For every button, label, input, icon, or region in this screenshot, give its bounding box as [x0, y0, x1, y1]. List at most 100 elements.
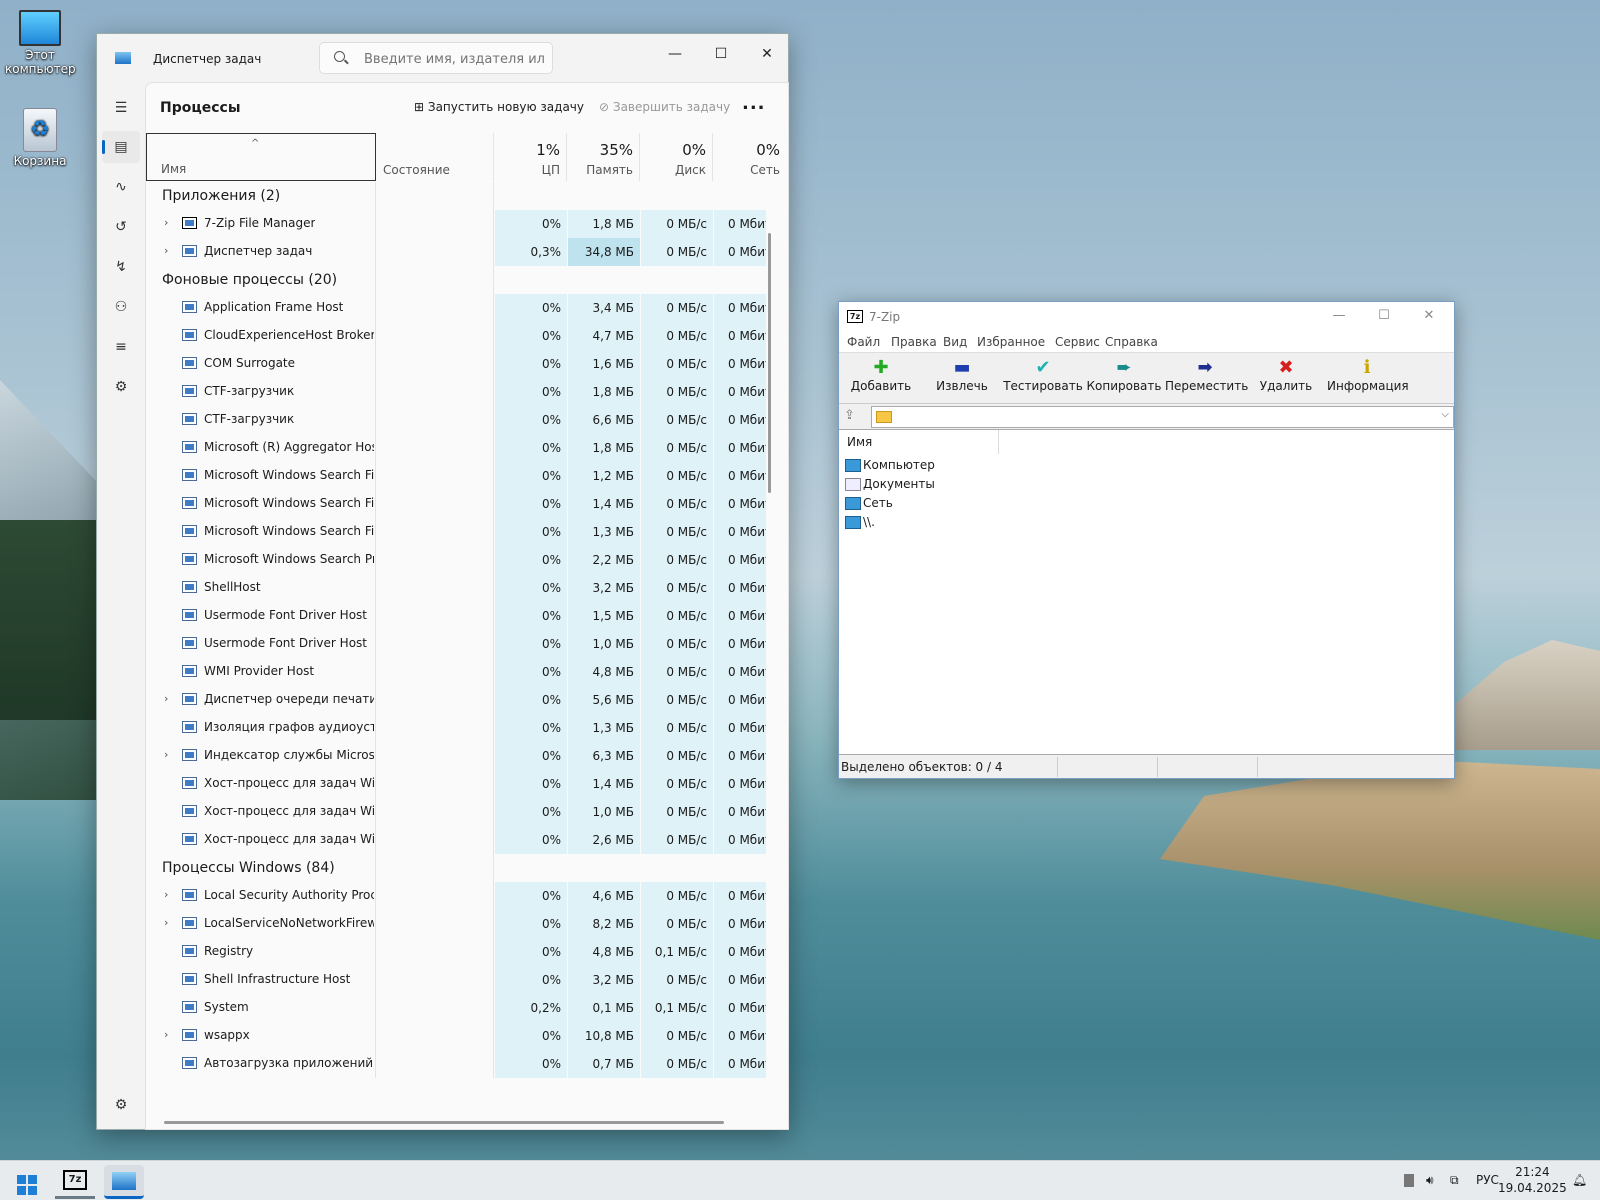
menu-item[interactable]: Вид — [943, 335, 967, 349]
cpu-value: 0% — [495, 210, 567, 238]
process-row[interactable]: ›LocalServiceNoNetworkFirewa...0%8,2 МБ0… — [146, 910, 776, 938]
column-header-name[interactable]: Имя — [839, 430, 999, 454]
services-tab-icon[interactable]: ⚙ — [102, 371, 140, 403]
language-indicator[interactable]: РУС — [1476, 1173, 1499, 1187]
process-row[interactable]: Хост-процесс для задач Win...0%1,4 МБ0 М… — [146, 770, 776, 798]
menu-item[interactable]: Файл — [847, 335, 880, 349]
hamburger-menu-icon[interactable]: ☰ — [102, 92, 140, 124]
expand-chevron-icon[interactable]: › — [164, 916, 168, 929]
expand-chevron-icon[interactable]: › — [164, 692, 168, 705]
column-header-network[interactable]: 0% Сеть — [714, 133, 788, 181]
minimize-button[interactable]: — — [1324, 308, 1354, 323]
processes-tab-icon[interactable]: ▤ — [102, 131, 140, 163]
column-header-state[interactable]: Состояние — [377, 133, 494, 181]
process-row[interactable]: Хост-процесс для задач Win...0%2,6 МБ0 М… — [146, 826, 776, 854]
expand-chevron-icon[interactable]: › — [164, 244, 168, 257]
taskbar-7zip-button[interactable]: 7z — [55, 1165, 95, 1199]
end-task-button[interactable]: ⊘ Завершить задачу — [599, 100, 730, 114]
maximize-button[interactable]: ☐ — [701, 40, 741, 68]
menu-item[interactable]: Избранное — [977, 335, 1045, 349]
process-row[interactable]: Изоляция графов аудиоустр... 0%1,3 МБ0 МБ… — [146, 714, 776, 742]
network-value: 0 Мбит/с — [714, 770, 766, 798]
process-row[interactable]: Автозагрузка приложений W... 0%0,7 МБ0 МБ… — [146, 1050, 776, 1078]
run-new-task-button[interactable]: ⊞ Запустить новую задачу — [414, 100, 584, 114]
network-icon[interactable]: ⧉ — [1450, 1173, 1459, 1188]
process-row[interactable]: Microsoft (R) Aggregator Host 0% 1,8 МБ 0 М… — [146, 434, 776, 462]
taskbar-task-manager-button[interactable] — [104, 1165, 144, 1199]
column-header-name[interactable]: ^ Имя — [146, 133, 376, 181]
column-header-disk[interactable]: 0% Диск — [641, 133, 713, 181]
list-item-label: Сеть — [863, 496, 893, 510]
process-row[interactable]: CTF-загрузчик 0%1,8 МБ0 МБ/с0 Мбит/с — [146, 378, 776, 406]
path-combobox[interactable]: ⌵ — [871, 406, 1454, 428]
volume-icon[interactable]: 🔊︎ — [1426, 1173, 1434, 1188]
toolbar-button[interactable]: ✚ Добавить — [841, 357, 921, 393]
process-row[interactable]: Application Frame Host 0% 3,4 МБ 0 МБ/с 0 Мб… — [146, 294, 776, 322]
performance-tab-icon[interactable]: ∿ — [102, 171, 140, 203]
cpu-value: 0% — [495, 882, 567, 910]
process-row[interactable]: Microsoft Windows Search Filt... 0%1,3 МБ… — [146, 518, 776, 546]
toolbar-button[interactable]: ➨ Копировать — [1084, 357, 1164, 393]
column-header-cpu[interactable]: 1% ЦП — [495, 133, 567, 181]
close-button[interactable]: ✕ — [1414, 308, 1444, 323]
clock[interactable]: 21:24 19.04.2025 — [1498, 1164, 1567, 1196]
menu-item[interactable]: Сервис — [1055, 335, 1100, 349]
search-input[interactable] — [364, 49, 544, 69]
horizontal-scrollbar[interactable] — [164, 1121, 724, 1124]
process-row[interactable]: Microsoft Windows Search Filt... 0%1,4 МБ… — [146, 490, 776, 518]
desktop-icon-this-pc[interactable]: Этот компьютер — [0, 10, 80, 76]
app-history-tab-icon[interactable]: ↺ — [102, 211, 140, 243]
process-row[interactable]: › Local Security Authority Proce... 0%4,6 … — [146, 882, 776, 910]
toolbar-button[interactable]: ℹ Информация — [1327, 357, 1409, 393]
expand-chevron-icon[interactable]: › — [164, 1028, 168, 1041]
toolbar-button[interactable]: ➡ Переместить — [1165, 357, 1248, 393]
process-row[interactable]: ›Индексатор службы Microso...0%6,3 МБ0 М… — [146, 742, 776, 770]
process-row[interactable]: Usermode Font Driver Host 0% 1,5 МБ 0 МБ/с 0… — [146, 602, 776, 630]
process-row[interactable]: Microsoft Windows Search Pr... 0% 2,2 МБ 0 … — [146, 546, 776, 574]
settings-gear-icon[interactable]: ⚙ — [102, 1089, 140, 1121]
process-state — [377, 630, 494, 658]
start-button[interactable] — [4, 1165, 44, 1199]
maximize-button[interactable]: ☐ — [1369, 308, 1399, 323]
process-row[interactable]: › Диспетчер задач 0,3%34,8 МБ0 МБ/с0 Мбит/… — [146, 238, 776, 266]
toolbar-button[interactable]: ✔ Тестировать — [1003, 357, 1083, 393]
vertical-scrollbar[interactable] — [768, 233, 771, 493]
close-button[interactable]: ✕ — [747, 40, 787, 68]
process-row[interactable]: CloudExperienceHost Broker 0% 4,7 МБ 0 МБ/с… — [146, 322, 776, 350]
network-value: 0 Мбит/с — [714, 966, 766, 994]
expand-chevron-icon[interactable]: › — [164, 888, 168, 901]
notifications-bell-icon[interactable]: 🔔︎ — [1572, 1173, 1587, 1187]
process-name: Microsoft Windows Search Pr... — [204, 552, 374, 566]
tray-storage-icon[interactable] — [1404, 1174, 1414, 1187]
process-row[interactable]: System 0,2%0,1 МБ0,1 МБ/с0 Мбит/с — [146, 994, 776, 1022]
process-row[interactable]: WMI Provider Host 0%4,8 МБ0 МБ/с0 Мбит/с — [146, 658, 776, 686]
process-row[interactable]: › Диспетчер очереди печати 0% 5,6 МБ 0 МБ/с 0… — [146, 686, 776, 714]
menu-item[interactable]: Правка — [891, 335, 937, 349]
chevron-down-icon[interactable]: ⌵ — [1441, 409, 1449, 420]
more-options-button[interactable]: ... — [742, 93, 766, 114]
process-row[interactable]: › 7-Zip File Manager 0%1,8 МБ0 МБ/с0 Мбит/… — [146, 210, 776, 238]
process-row[interactable]: ShellHost 0%3,2 МБ0 МБ/с0 Мбит/с — [146, 574, 776, 602]
expand-chevron-icon[interactable]: › — [164, 748, 168, 761]
users-tab-icon[interactable]: ⚇ — [102, 291, 140, 323]
toolbar-button[interactable]: ▬ Извлечь — [922, 357, 1002, 393]
expand-chevron-icon[interactable]: › — [164, 216, 168, 229]
desktop-icon-recycle-bin[interactable]: ♻ Корзина — [0, 108, 80, 168]
toolbar-button[interactable]: ✖ Удалить — [1246, 357, 1326, 393]
process-row[interactable]: CTF-загрузчик 0%6,6 МБ0 МБ/с0 Мбит/с — [146, 406, 776, 434]
process-row[interactable]: COM Surrogate 0%1,6 МБ0 МБ/с0 Мбит/с — [146, 350, 776, 378]
minimize-button[interactable]: — — [655, 40, 695, 68]
cpu-value: 0% — [495, 490, 567, 518]
process-row[interactable]: Usermode Font Driver Host 0% 1,0 МБ 0 МБ/с 0… — [146, 630, 776, 658]
details-tab-icon[interactable]: ≡ — [102, 331, 140, 363]
folder-up-icon[interactable]: ⇪ — [844, 408, 862, 426]
process-row[interactable]: Хост-процесс для задач Win...0%1,0 МБ0 М… — [146, 798, 776, 826]
process-row[interactable]: Shell Infrastructure Host 0% 3,2 МБ 0 МБ/с 0… — [146, 966, 776, 994]
process-row[interactable]: Registry 0%4,8 МБ0,1 МБ/с0 Мбит/с — [146, 938, 776, 966]
process-row[interactable]: › wsappx 0%10,8 МБ0 МБ/с0 Мбит/с — [146, 1022, 776, 1050]
column-header-memory[interactable]: 35% Память — [568, 133, 640, 181]
menu-item[interactable]: Справка — [1105, 335, 1158, 349]
startup-apps-tab-icon[interactable]: ↯ — [102, 251, 140, 283]
search-box[interactable] — [319, 42, 553, 74]
process-row[interactable]: Microsoft Windows Search Filt... 0%1,2 МБ… — [146, 462, 776, 490]
